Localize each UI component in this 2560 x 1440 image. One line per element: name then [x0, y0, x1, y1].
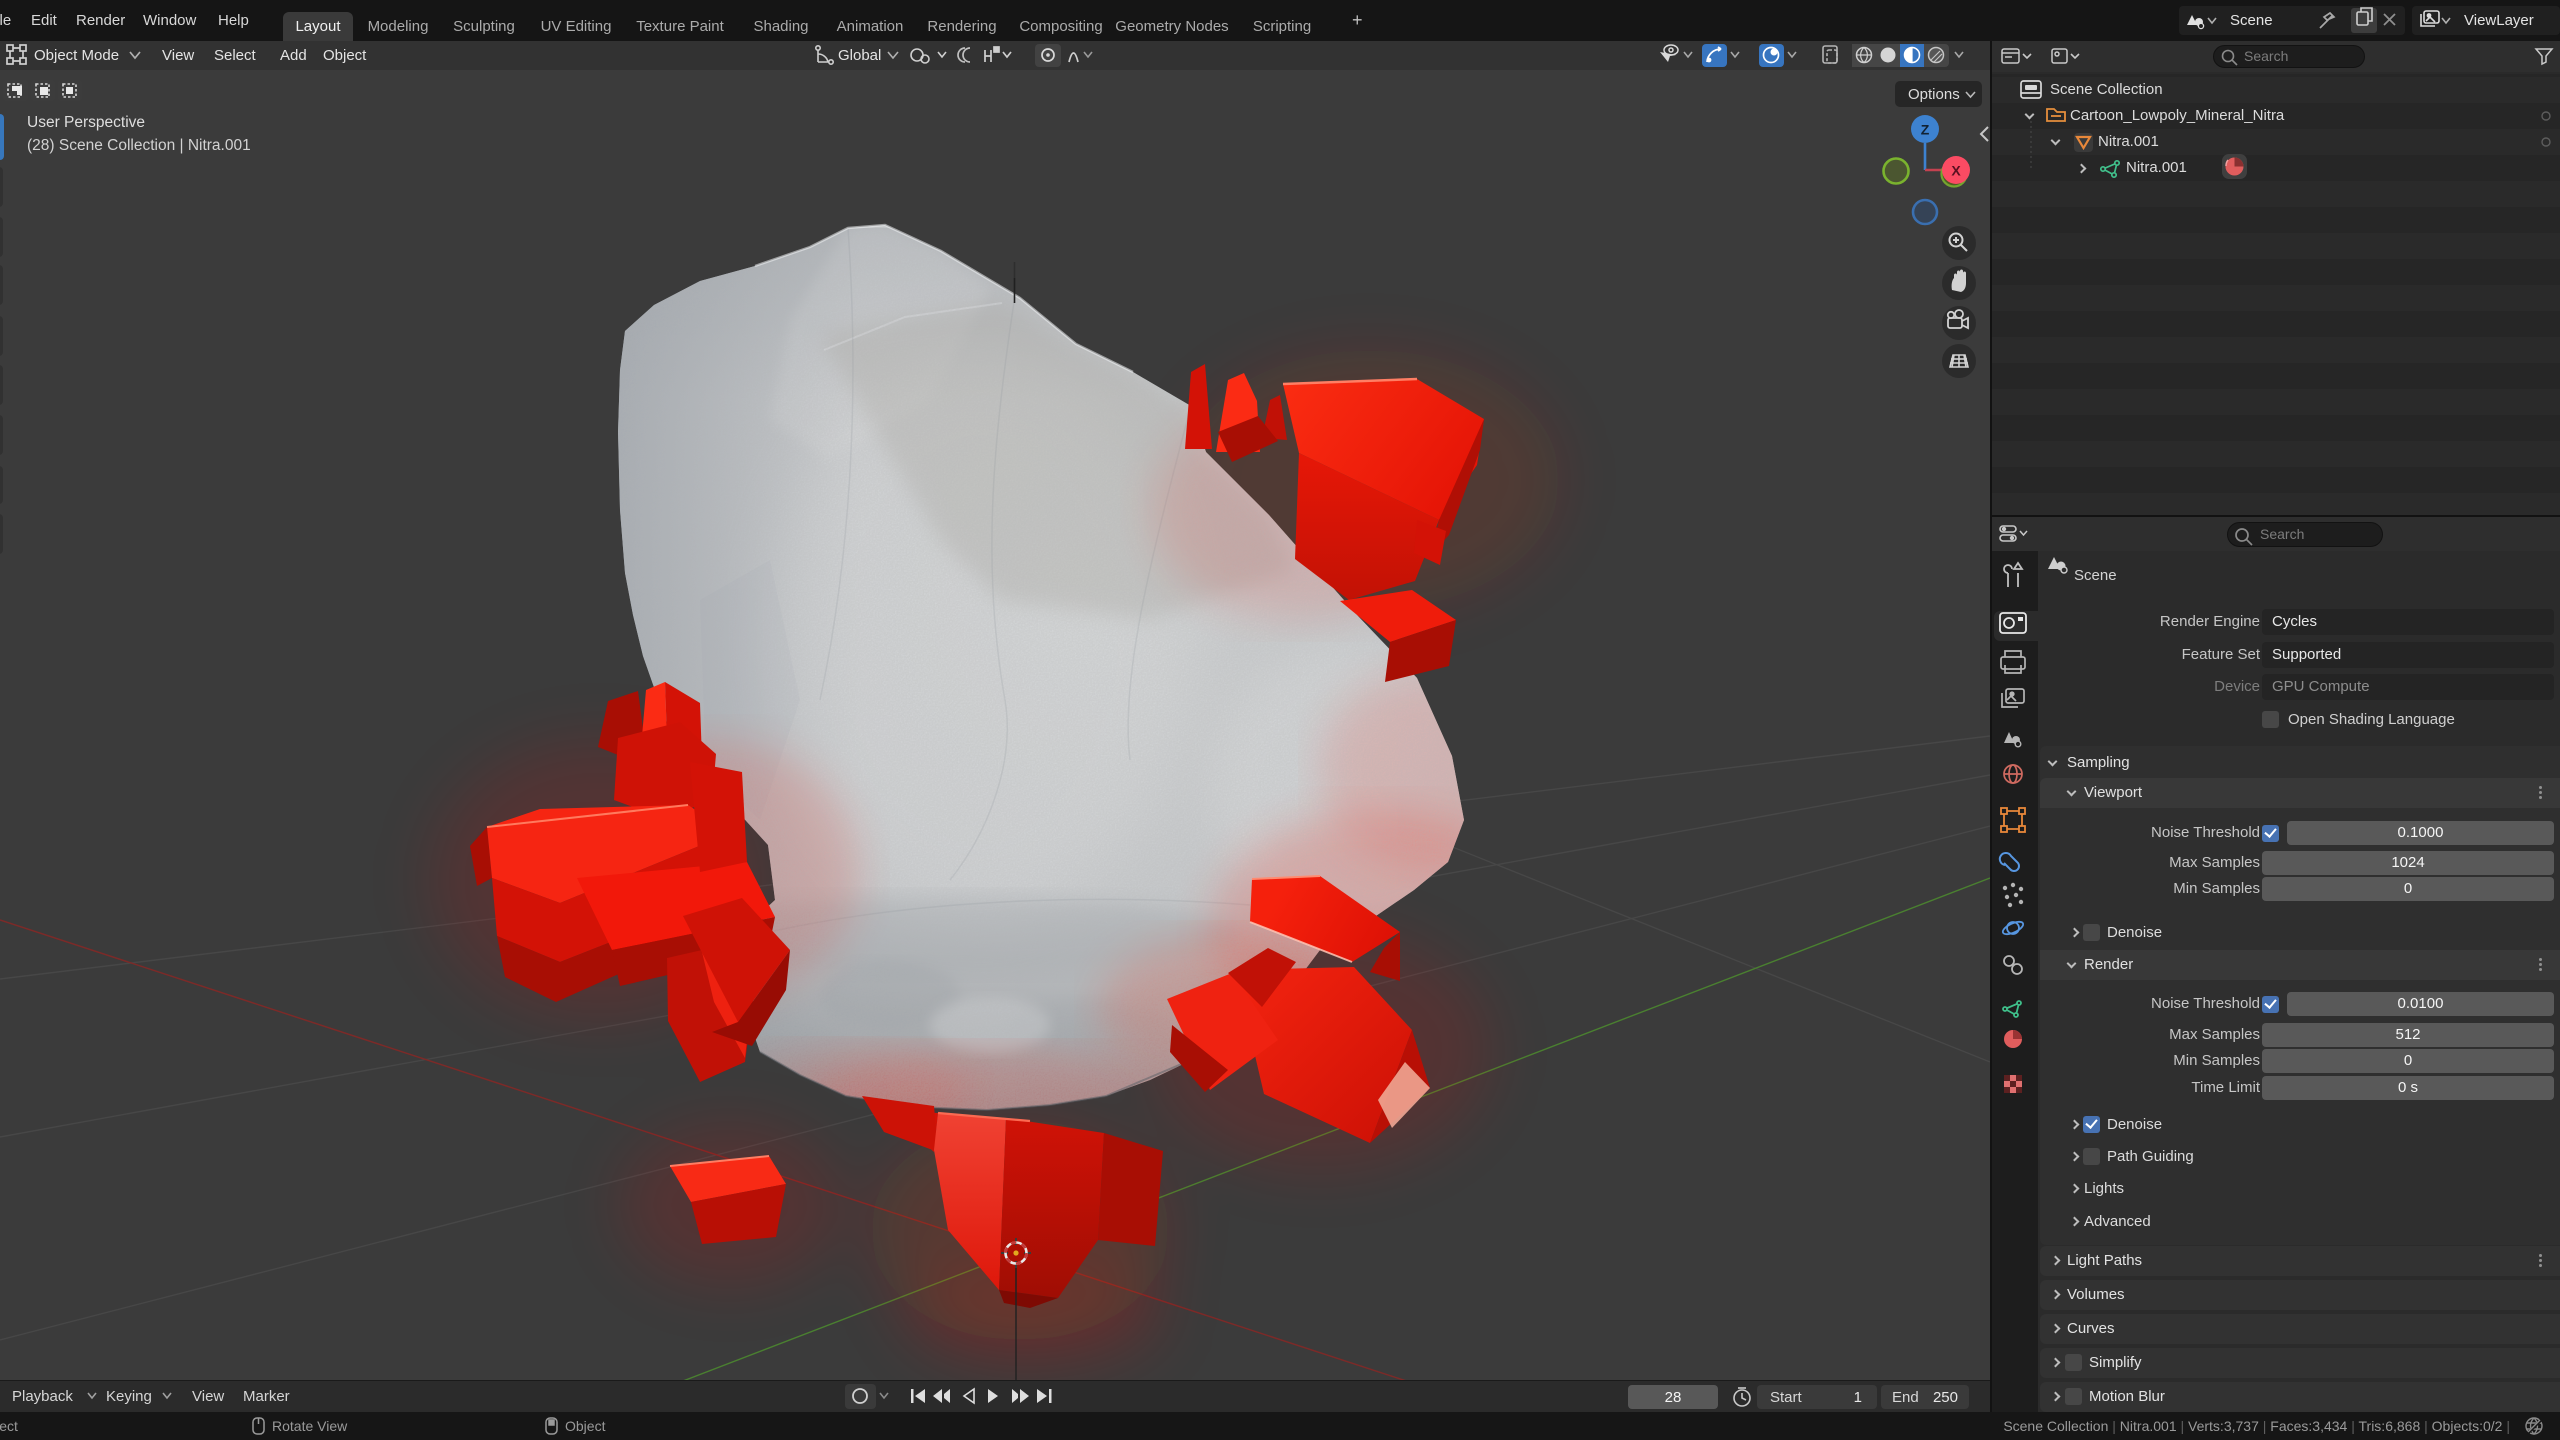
svg-text:1: 1 — [1854, 1389, 1862, 1406]
svg-text:(28) Scene Collection | Nitra.: (28) Scene Collection | Nitra.001 — [27, 137, 251, 154]
svg-text:28: 28 — [1665, 1389, 1682, 1406]
svg-text:Z: Z — [1921, 122, 1930, 138]
svg-text:Start: Start — [1770, 1389, 1803, 1406]
svg-text:X: X — [1951, 163, 1961, 179]
svg-text:End: End — [1892, 1389, 1919, 1406]
svg-text:250: 250 — [1933, 1389, 1958, 1406]
svg-text:User Perspective: User Perspective — [27, 114, 145, 131]
svg-text:Options: Options — [1908, 86, 1960, 103]
